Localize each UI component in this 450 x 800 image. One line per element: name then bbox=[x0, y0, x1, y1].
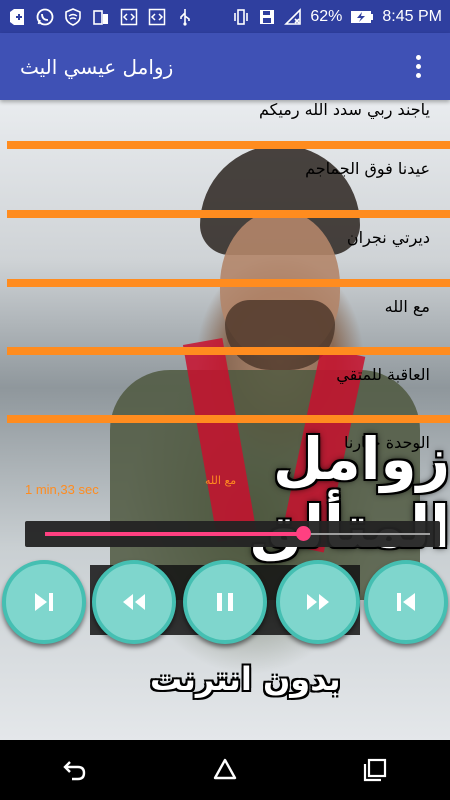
add-box-icon bbox=[8, 8, 26, 26]
song-title: ديرتي نجران bbox=[346, 228, 430, 247]
whatsapp-icon bbox=[36, 8, 54, 26]
battery-percent: 62% bbox=[310, 7, 343, 25]
fast-forward-icon bbox=[307, 594, 329, 610]
list-item[interactable]: مع الله bbox=[0, 287, 450, 355]
save-icon bbox=[258, 8, 276, 26]
song-title: العاقبة للمتقي bbox=[336, 365, 430, 384]
seek-progress bbox=[45, 532, 303, 536]
recents-icon bbox=[363, 758, 387, 782]
code-icon bbox=[148, 8, 166, 26]
song-title: مع الله bbox=[384, 297, 430, 316]
pause-button[interactable] bbox=[183, 560, 267, 644]
content-area: ياجند ربي سدد الله رميكم عيدنا فوق الجما… bbox=[0, 100, 450, 740]
next-track-button[interactable] bbox=[2, 560, 86, 644]
back-icon bbox=[63, 761, 86, 781]
previous-track-icon bbox=[397, 593, 415, 611]
cover-subtitle: بدون انترنت bbox=[150, 660, 341, 698]
now-playing-title: مع الله bbox=[205, 474, 237, 487]
divider bbox=[7, 210, 450, 218]
shield-icon bbox=[64, 7, 82, 26]
phone-link-icon bbox=[92, 8, 110, 26]
elapsed-time: 1 min,33 sec bbox=[25, 482, 99, 497]
divider bbox=[7, 141, 450, 149]
divider bbox=[7, 347, 450, 355]
no-signal-icon bbox=[284, 7, 302, 26]
fast-forward-button[interactable] bbox=[276, 560, 360, 644]
list-item[interactable]: ديرتي نجران bbox=[0, 218, 450, 286]
rewind-icon bbox=[123, 594, 145, 610]
app-title: زوامل عيسي اليث bbox=[20, 54, 174, 79]
list-item[interactable]: عيدنا فوق الجماجم bbox=[0, 149, 450, 217]
previous-track-button[interactable] bbox=[364, 560, 448, 644]
overflow-menu-button[interactable] bbox=[406, 47, 430, 87]
status-bar: 62% 8:45 PM bbox=[0, 0, 450, 33]
pause-icon bbox=[217, 593, 233, 611]
seek-thumb[interactable] bbox=[296, 526, 311, 541]
recents-button[interactable] bbox=[345, 740, 405, 800]
more-vert-icon bbox=[415, 55, 421, 60]
code-icon bbox=[120, 8, 138, 26]
notification-icons bbox=[8, 7, 194, 26]
home-button[interactable] bbox=[195, 740, 255, 800]
navigation-bar bbox=[0, 740, 450, 800]
song-title: عيدنا فوق الجماجم bbox=[305, 159, 430, 178]
battery-charging-icon bbox=[350, 8, 374, 26]
rewind-button[interactable] bbox=[92, 560, 176, 644]
usb-icon bbox=[176, 8, 194, 26]
home-icon bbox=[213, 758, 237, 780]
clock: 8:45 PM bbox=[382, 7, 442, 25]
divider bbox=[7, 279, 450, 287]
vibrate-icon bbox=[232, 8, 250, 26]
seek-bar[interactable] bbox=[25, 521, 440, 547]
divider bbox=[7, 415, 450, 423]
list-item[interactable]: العاقبة للمتقي bbox=[0, 355, 450, 423]
back-button[interactable] bbox=[45, 740, 105, 800]
app-bar: زوامل عيسي اليث bbox=[0, 33, 450, 100]
system-status: 62% 8:45 PM bbox=[232, 8, 442, 26]
song-title: ياجند ربي سدد الله رميكم bbox=[258, 100, 430, 119]
next-track-icon bbox=[35, 593, 53, 611]
